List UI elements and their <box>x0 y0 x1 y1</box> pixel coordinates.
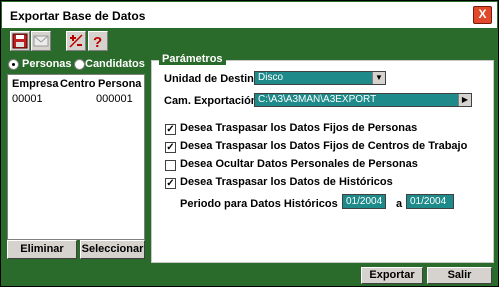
svg-text:?: ? <box>93 34 102 50</box>
unidad-value: Disco <box>258 72 284 83</box>
salir-button[interactable]: Salir <box>427 267 492 284</box>
title-bar: Exportar Base de Datos X <box>2 2 497 28</box>
check-historicos[interactable]: ✓ <box>165 178 176 189</box>
cam-value: C:\A3\A3MAN\A3EXPORT <box>258 94 377 105</box>
cell-empresa: 00001 <box>12 93 43 105</box>
cam-input[interactable]: C:\A3\A3MAN\A3EXPORT ▶ <box>254 93 472 107</box>
check-fijos-personas-label: Desea Traspasar los Datos Fijos de Perso… <box>180 122 418 134</box>
export-window: Exportar Base de Datos X ? Personas Cand… <box>0 0 499 287</box>
parametros-legend: Parámetros <box>159 53 226 65</box>
unidad-select[interactable]: Disco ▼ <box>254 71 386 85</box>
col-header-centro: Centro <box>60 78 96 90</box>
save-button[interactable] <box>10 31 30 51</box>
close-button[interactable]: X <box>473 6 492 24</box>
help-button[interactable]: ? <box>88 31 108 51</box>
plus-minus-button[interactable] <box>66 31 86 51</box>
source-radio-group: Personas Candidatos <box>5 58 145 74</box>
unidad-label: Unidad de Destino <box>164 73 261 85</box>
plus-minus-icon <box>69 34 83 48</box>
periodo-label: Periodo para Datos Históricos <box>180 198 338 210</box>
check-fijos-centros[interactable]: ✓ <box>165 142 176 153</box>
cell-persona: 000001 <box>96 93 133 105</box>
footer-bar: Exportar Salir <box>2 266 497 286</box>
radio-candidatos-label: Candidatos <box>85 58 145 70</box>
col-header-persona: Persona <box>98 78 142 90</box>
periodo-to-input[interactable]: 01/2004 <box>406 194 454 209</box>
eliminar-button[interactable]: Eliminar <box>7 240 77 259</box>
browse-arrow-icon[interactable]: ▶ <box>458 94 471 106</box>
radio-candidatos[interactable] <box>74 59 85 70</box>
help-icon: ? <box>93 34 102 51</box>
col-header-empresa: Empresa <box>12 78 59 90</box>
toolbar: ? <box>2 28 497 54</box>
save-icon <box>12 33 28 49</box>
selection-list[interactable]: Empresa Centro Persona 00001 000001 <box>7 74 145 240</box>
close-icon: X <box>478 7 487 21</box>
mail-icon <box>33 35 49 47</box>
seleccionar-button[interactable]: Seleccionar <box>80 240 145 259</box>
check-fijos-personas[interactable]: ✓ <box>165 124 176 135</box>
parametros-panel: Unidad de Destino Disco ▼ Cam. Exportaci… <box>151 60 494 263</box>
mail-button[interactable] <box>31 31 51 51</box>
check-historicos-label: Desea Traspasar los Datos de Históricos <box>180 176 393 188</box>
periodo-from-input[interactable]: 01/2004 <box>342 194 386 209</box>
check-fijos-centros-label: Desea Traspasar los Datos Fijos de Centr… <box>180 140 468 152</box>
check-ocultar-datos[interactable] <box>165 160 176 171</box>
window-title: Exportar Base de Datos <box>10 9 146 23</box>
exportar-button[interactable]: Exportar <box>361 267 423 284</box>
radio-personas[interactable] <box>8 59 19 70</box>
periodo-separator: a <box>396 198 403 210</box>
chevron-down-icon[interactable]: ▼ <box>372 72 385 84</box>
radio-personas-label: Personas <box>22 58 72 70</box>
cam-label: Cam. Exportación: <box>164 95 262 107</box>
check-ocultar-datos-label: Desea Ocultar Datos Personales de Person… <box>180 158 418 170</box>
